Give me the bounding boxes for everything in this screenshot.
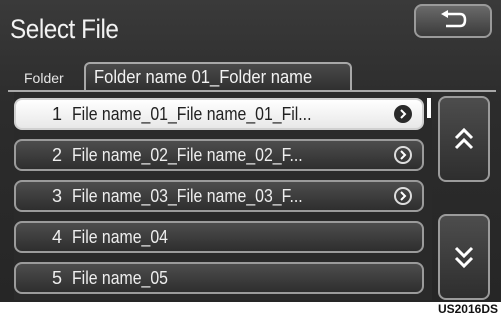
folder-tab: Folder name 01_Folder name — [84, 62, 352, 90]
figure-code: US2016DS — [434, 302, 501, 317]
folder-bar: Folder Folder name 01_Folder name — [8, 62, 496, 92]
folder-label: Folder — [24, 70, 64, 86]
scroll-up-button[interactable] — [438, 96, 490, 182]
file-list: 1 File name_01_File name_01_Fil... 2 Fil… — [14, 92, 432, 300]
back-arrow-icon — [441, 10, 467, 28]
file-row-3[interactable]: 3 File name_03_File name_03_F... — [14, 180, 424, 212]
scroll-down-button[interactable] — [438, 214, 490, 300]
folder-name: Folder name 01_Folder name — [94, 67, 313, 87]
file-name: File name_01_File name_01_Fil... — [72, 104, 312, 124]
scroll-position-indicator — [427, 98, 431, 118]
file-number: 5 — [51, 268, 62, 288]
file-number: 4 — [51, 227, 62, 247]
file-name: File name_05 — [72, 268, 168, 288]
back-button[interactable] — [414, 4, 492, 38]
file-row-4[interactable]: 4 File name_04 — [14, 221, 424, 253]
file-number: 1 — [51, 104, 62, 124]
file-name: File name_03_File name_03_F... — [72, 186, 303, 206]
file-number: 2 — [51, 145, 62, 165]
double-chevron-down-icon — [454, 246, 474, 269]
chevron-right-icon[interactable] — [394, 187, 412, 205]
file-row-5[interactable]: 5 File name_05 — [14, 262, 424, 294]
file-name: File name_04 — [72, 227, 168, 247]
page-title: Select File — [10, 14, 119, 44]
select-file-screen: Select File Folder Folder name 01_Folder… — [0, 0, 501, 302]
chevron-right-icon[interactable] — [394, 105, 412, 123]
file-name: File name_02_File name_02_F... — [72, 145, 303, 165]
file-row-2[interactable]: 2 File name_02_File name_02_F... — [14, 139, 424, 171]
double-chevron-up-icon — [454, 127, 474, 150]
file-row-1[interactable]: 1 File name_01_File name_01_Fil... — [14, 98, 424, 130]
chevron-right-icon[interactable] — [394, 146, 412, 164]
file-number: 3 — [51, 186, 62, 206]
